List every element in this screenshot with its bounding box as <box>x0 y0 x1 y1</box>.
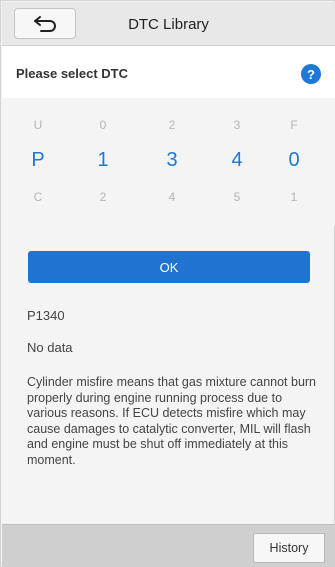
back-button[interactable] <box>14 8 76 39</box>
picker-cell[interactable]: 2 <box>83 182 123 212</box>
picker-cell[interactable]: 2 <box>152 110 192 140</box>
help-icon[interactable]: ? <box>301 64 321 84</box>
back-arrow-icon <box>34 15 56 32</box>
picker-cell[interactable]: 3 <box>217 110 257 140</box>
select-dtc-label: Please select DTC <box>16 66 129 81</box>
picker-cell[interactable]: C <box>18 182 58 212</box>
dtc-description: Cylinder misfire means that gas mixture … <box>27 375 317 467</box>
dtc-code: P1340 <box>27 308 65 323</box>
app-window: DTC Library Please select DTC ? U 0 2 3 … <box>0 0 335 567</box>
picker-cell-selected[interactable]: 4 <box>217 145 257 175</box>
picker-cell[interactable]: 5 <box>217 182 257 212</box>
history-button[interactable]: History <box>253 533 325 563</box>
picker-cell-selected[interactable]: 1 <box>83 145 123 175</box>
picker-cell-selected[interactable]: 3 <box>152 145 192 175</box>
select-dtc-header: Please select DTC ? <box>2 46 335 98</box>
picker-cell[interactable]: 4 <box>152 182 192 212</box>
picker-cell-selected[interactable]: 0 <box>274 145 314 175</box>
picker-row-above: U 0 2 3 F <box>2 110 335 140</box>
picker-row-selected: P 1 3 4 0 <box>2 145 335 175</box>
title-bar: DTC Library <box>2 2 335 46</box>
picker-cell[interactable]: 1 <box>274 182 314 212</box>
picker-cell[interactable]: F <box>274 110 314 140</box>
picker-cell-selected[interactable]: P <box>18 145 58 175</box>
dtc-code-picker[interactable]: U 0 2 3 F P 1 3 4 0 C 2 4 5 1 <box>2 98 335 226</box>
dtc-status: No data <box>27 340 73 355</box>
bottom-bar: History <box>2 524 335 567</box>
ok-button[interactable]: OK <box>28 251 310 283</box>
picker-cell[interactable]: 0 <box>83 110 123 140</box>
picker-cell[interactable]: U <box>18 110 58 140</box>
picker-row-below: C 2 4 5 1 <box>2 182 335 212</box>
